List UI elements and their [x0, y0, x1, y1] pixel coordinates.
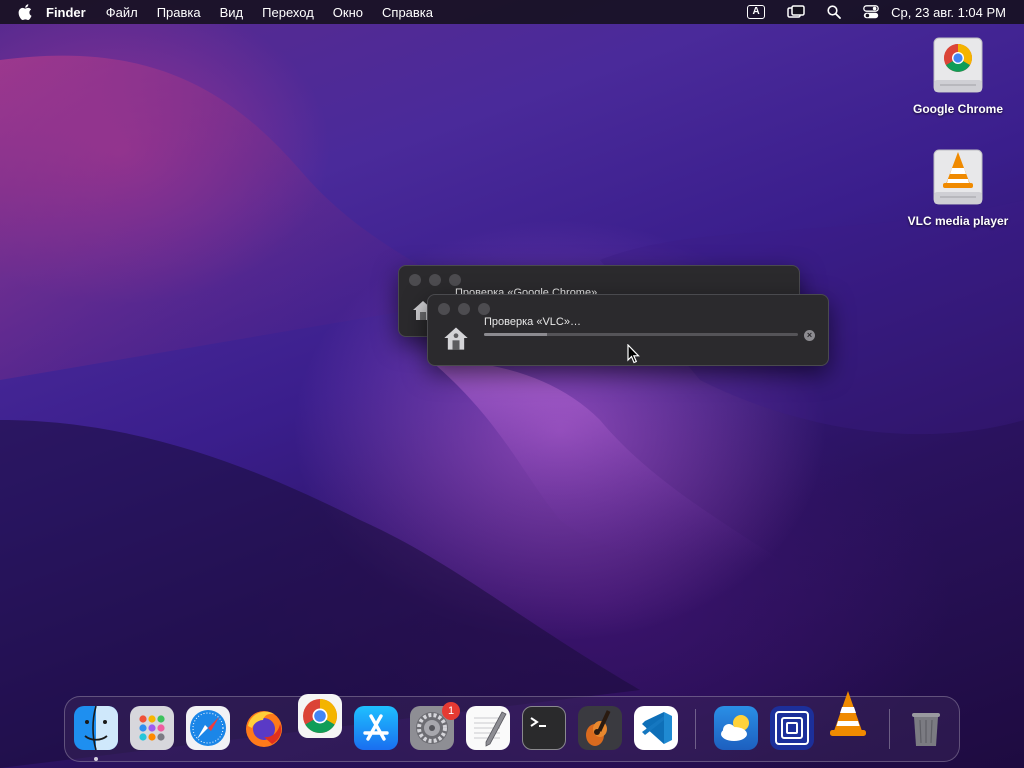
apple-menu-icon[interactable]: [18, 4, 34, 20]
cancel-button[interactable]: ×: [804, 330, 815, 341]
chrome-icon: [303, 699, 337, 733]
dock-separator: [695, 709, 696, 749]
menu-file[interactable]: Файл: [106, 5, 138, 20]
dock-garageband[interactable]: [578, 706, 622, 750]
chrome-drive-icon: [928, 34, 988, 98]
menu-help[interactable]: Справка: [382, 5, 433, 20]
zoom-button[interactable]: [478, 303, 490, 315]
notification-badge: 1: [442, 702, 460, 720]
wallpaper: [0, 55, 1024, 768]
dock: 1: [64, 691, 960, 762]
screen-mirroring-icon[interactable]: [787, 5, 805, 19]
dock-launchpad[interactable]: [130, 706, 174, 750]
window-controls: [438, 303, 498, 315]
menu-view[interactable]: Вид: [220, 5, 244, 20]
desktop-icon-google-chrome[interactable]: Google Chrome: [903, 34, 1013, 116]
vlc-drive-icon: [928, 146, 988, 210]
minimize-button[interactable]: [429, 274, 441, 286]
dock-finder[interactable]: [74, 705, 118, 751]
dock-firefox[interactable]: [242, 706, 286, 750]
menu-clock[interactable]: Ср, 23 авг. 1:04 PM: [891, 5, 1006, 20]
concentric-squares-icon: [775, 711, 809, 745]
control-center-icon[interactable]: [863, 5, 880, 19]
menu-bar: Finder Файл Правка Вид Переход Окно Спра…: [0, 0, 1024, 24]
dock-app-store[interactable]: [354, 706, 398, 750]
spotlight-search-icon[interactable]: [827, 5, 842, 19]
running-indicator: [94, 757, 98, 761]
dock-weather[interactable]: [714, 706, 758, 750]
mouse-cursor: [627, 343, 641, 369]
desktop-icon-label: VLC media player: [907, 214, 1009, 228]
dock-safari[interactable]: [186, 706, 230, 750]
guitar-icon: [578, 706, 622, 750]
progress-bar: [484, 333, 798, 336]
menu-edit[interactable]: Правка: [157, 5, 201, 20]
dock-vscode[interactable]: [634, 706, 678, 750]
minimize-button[interactable]: [458, 303, 470, 315]
weather-icon: [721, 715, 749, 741]
close-button[interactable]: [438, 303, 450, 315]
textedit-icon: [474, 711, 507, 747]
trash-icon: [912, 713, 940, 746]
progress-title: Проверка «VLC»…: [484, 316, 581, 328]
desktop-icon-vlc[interactable]: VLC media player: [903, 146, 1013, 228]
dock-vlc[interactable]: [826, 689, 870, 736]
dock-textedit[interactable]: [466, 706, 510, 750]
vscode-icon: [642, 712, 672, 744]
dock-terminal[interactable]: [522, 706, 566, 750]
menu-app-finder[interactable]: Finder: [46, 5, 86, 20]
dock-separator: [889, 709, 890, 749]
vlc-cone-icon: [830, 691, 866, 736]
finder-icon: [74, 705, 118, 751]
terminal-icon: [530, 717, 546, 727]
menu-window[interactable]: Окно: [333, 5, 363, 20]
house-icon: [442, 324, 470, 357]
launchpad-icon: [139, 715, 165, 741]
app-store-icon: [363, 714, 389, 741]
firefox-icon: [246, 711, 282, 747]
input-source-label: A: [747, 5, 766, 19]
window-controls: [409, 274, 469, 286]
close-button[interactable]: [409, 274, 421, 286]
dock-screenflow[interactable]: [770, 706, 814, 750]
dock-chrome[interactable]: [298, 694, 342, 738]
dock-system-preferences[interactable]: 1: [410, 702, 460, 750]
safari-icon: [190, 710, 226, 746]
dock-trash[interactable]: [904, 706, 948, 750]
menu-go[interactable]: Переход: [262, 5, 314, 20]
zoom-button[interactable]: [449, 274, 461, 286]
progress-fill: [484, 333, 547, 336]
desktop-icon-label: Google Chrome: [912, 102, 1003, 116]
input-source-indicator[interactable]: A: [747, 5, 766, 19]
